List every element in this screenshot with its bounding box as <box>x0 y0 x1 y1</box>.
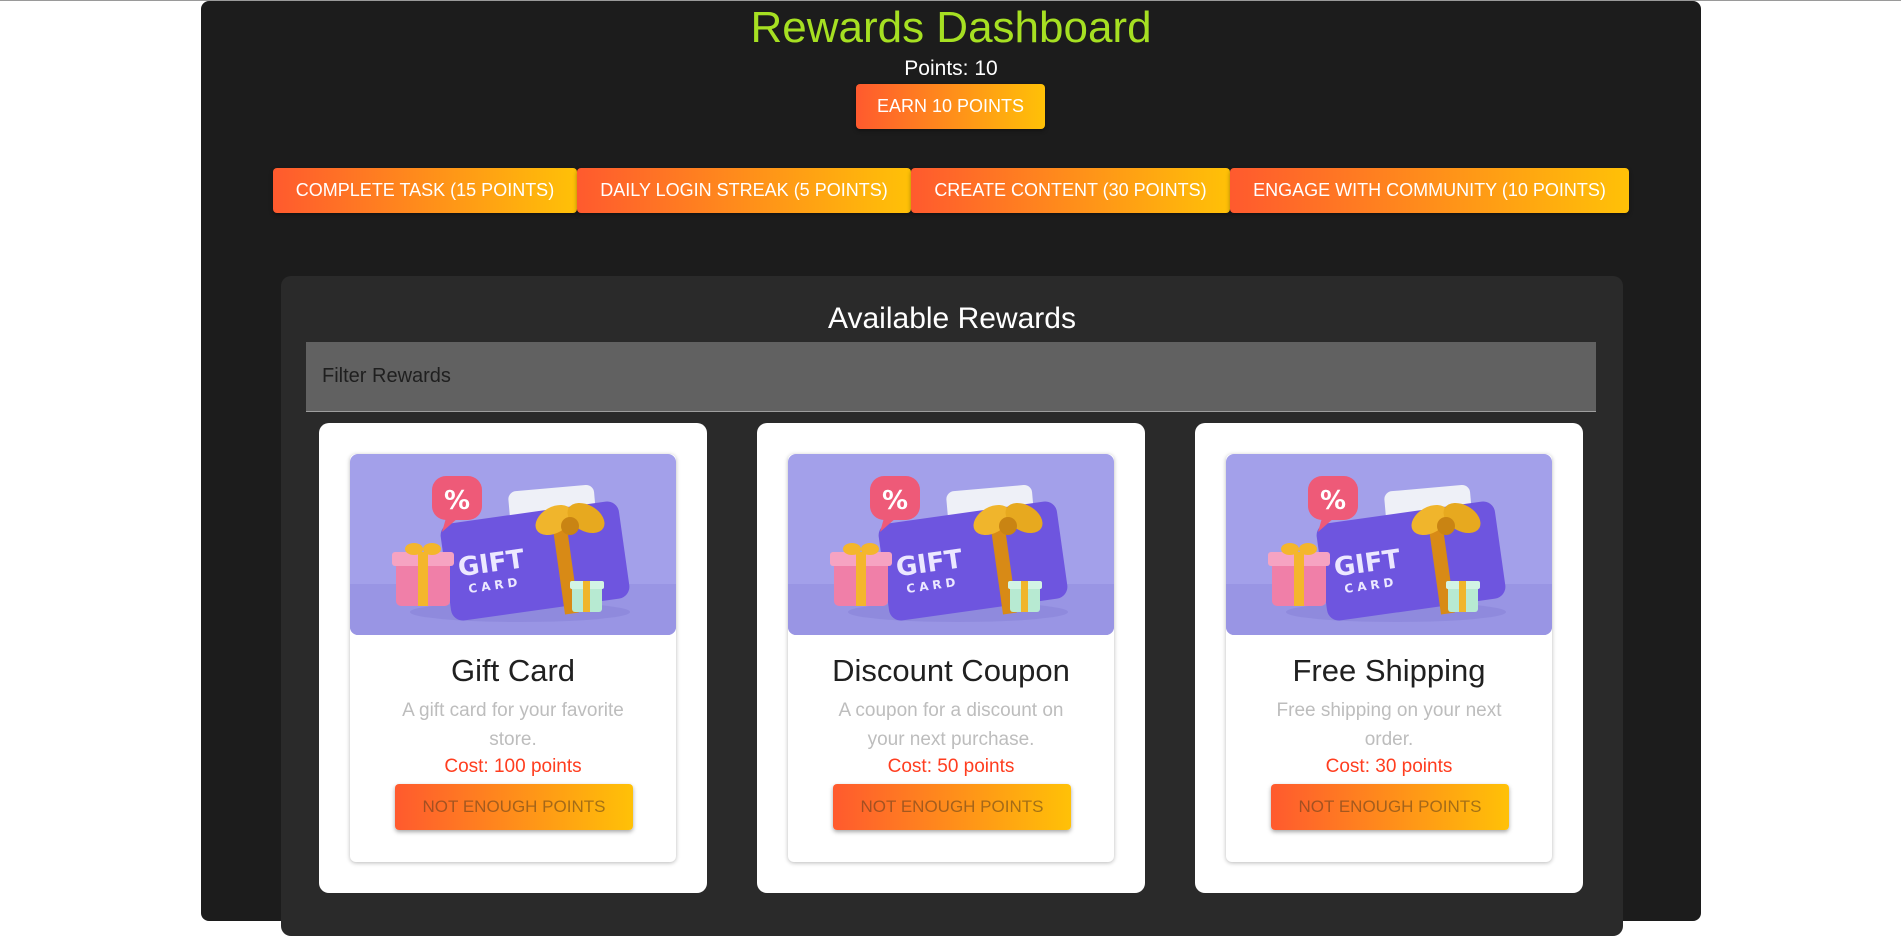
redeem-button-disabled[interactable]: Not Enough Points <box>1271 784 1509 830</box>
create-content-button[interactable]: Create Content (30 Points) <box>911 168 1230 213</box>
points-display: Points: 10 <box>904 57 998 80</box>
redeem-button-disabled[interactable]: Not Enough Points <box>833 784 1071 830</box>
redeem-button-disabled[interactable]: Not Enough Points <box>395 784 633 830</box>
reward-description: A coupon for a discount on your next pur… <box>838 700 1064 750</box>
reward-card-body: GIFT CARD % <box>1226 454 1552 862</box>
reward-card-discount-coupon: GIFT CARD % Discount Coupon A coupon for… <box>757 423 1145 893</box>
task-buttons: Complete Task (15 Points) Daily Login St… <box>273 168 1629 213</box>
reward-title: Free Shipping <box>1292 653 1486 688</box>
reward-cost: Cost: 30 points <box>1325 756 1453 777</box>
earn-points-button[interactable]: Earn 10 Points <box>856 84 1045 129</box>
gift-card-image: GIFT CARD % <box>1226 454 1552 635</box>
svg-text:%: % <box>882 486 908 516</box>
reward-description: A gift card for your favorite store. <box>402 700 624 750</box>
reward-description: Free shipping on your next order. <box>1276 700 1502 750</box>
page-title: Rewards Dashboard <box>750 3 1152 52</box>
reward-title: Discount Coupon <box>832 653 1070 688</box>
rewards-panel: Available Rewards GIFT CARD <box>281 276 1623 936</box>
reward-card-body: GIFT CARD % <box>788 454 1114 862</box>
reward-cost: Cost: 100 points <box>444 756 582 777</box>
daily-login-streak-button[interactable]: Daily Login Streak (5 Points) <box>577 168 911 213</box>
rewards-dashboard: Rewards Dashboard Points: 10 Earn 10 Poi… <box>201 1 1701 936</box>
svg-text:%: % <box>1320 486 1346 516</box>
reward-title: Gift Card <box>450 653 576 688</box>
reward-card-free-shipping: GIFT CARD % Free Shipping Free shipping … <box>1195 423 1583 893</box>
filter-rewards-input[interactable] <box>306 342 1596 412</box>
reward-card-gift-card: GIFT CARD % Gift Card A gift card for yo… <box>319 423 707 893</box>
reward-card-body: GIFT CARD % <box>350 454 676 862</box>
reward-cost: Cost: 50 points <box>887 756 1015 777</box>
rewards-heading: Available Rewards <box>828 302 1076 335</box>
svg-text:%: % <box>444 486 470 516</box>
engage-community-button[interactable]: Engage with Community (10 Points) <box>1230 168 1629 213</box>
complete-task-button[interactable]: Complete Task (15 Points) <box>273 168 577 213</box>
gift-card-image: GIFT CARD % <box>788 454 1114 635</box>
gift-card-image: GIFT CARD % <box>350 454 676 635</box>
